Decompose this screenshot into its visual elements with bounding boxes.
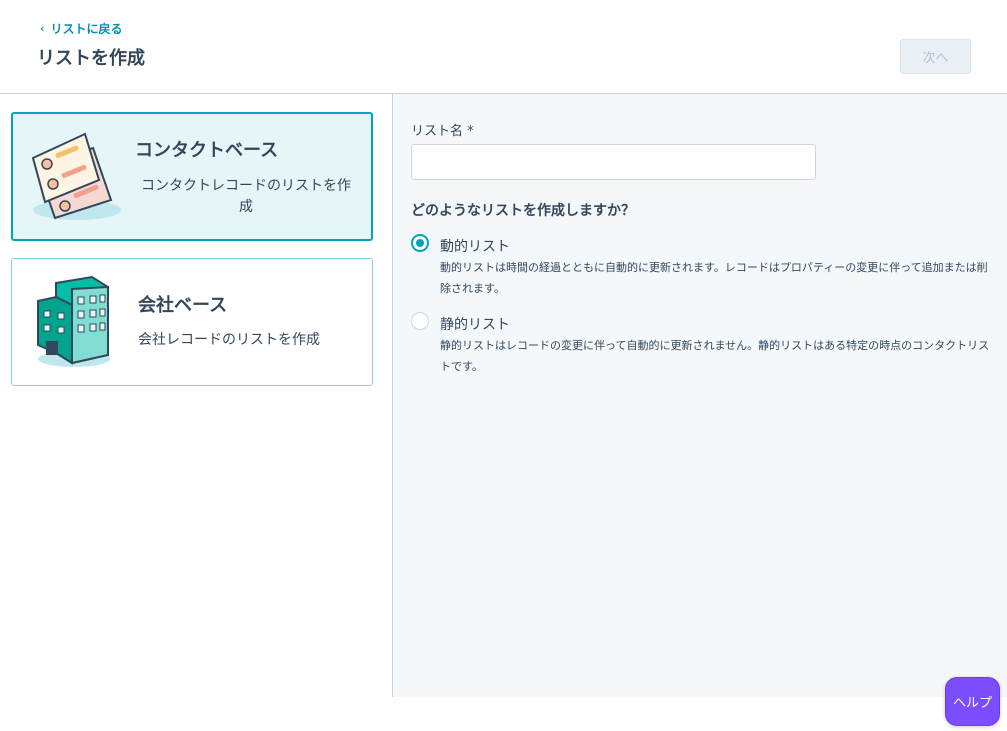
- contact-card-title: コンタクトベース: [135, 140, 279, 161]
- company-based-card[interactable]: 会社ベース 会社レコードのリストを作成: [11, 258, 373, 386]
- back-to-lists-link[interactable]: ‹ リストに戻る: [40, 20, 123, 37]
- dynamic-list-description: 動的リストは時間の経過とともに自動的に更新されます。レコードはプロパティーの変更…: [440, 261, 988, 295]
- object-type-panel: コンタクトベース コンタクトレコードのリストを作成 会社ベース 会社レコードのリ…: [0, 94, 393, 697]
- back-link-label: リストに戻る: [50, 22, 123, 36]
- building-illustration-icon: [37, 275, 110, 367]
- company-card-title: 会社ベース: [138, 295, 228, 316]
- contact-based-card[interactable]: コンタクトベース コンタクトレコードのリストを作成: [11, 112, 373, 241]
- contact-card-description: コンタクトレコードのリストを作成: [141, 178, 351, 215]
- static-list-description: 静的リストはレコードの変更に伴って自動的に更新されません。静的リストはある特定の…: [440, 339, 990, 373]
- dynamic-list-radio[interactable]: [411, 234, 429, 252]
- list-name-label: リスト名 *: [411, 124, 474, 139]
- list-type-question: どのようなリストを作成しますか？: [411, 203, 635, 219]
- chevron-left-icon: ‹: [40, 22, 45, 35]
- page-header: ‹ リストに戻る リストを作成 次へ: [0, 0, 1007, 94]
- help-button[interactable]: ヘルプ: [945, 677, 1000, 726]
- next-button[interactable]: 次へ: [900, 39, 971, 74]
- static-list-label[interactable]: 静的リスト: [440, 314, 510, 334]
- page-title: リストを作成: [37, 48, 145, 69]
- contact-cards-illustration-icon: [31, 132, 121, 220]
- company-card-description: 会社レコードのリストを作成: [138, 332, 320, 348]
- dynamic-list-label[interactable]: 動的リスト: [440, 236, 510, 256]
- list-settings-panel: リスト名 * どのようなリストを作成しますか？ 動的リスト 動的リストは時間の経…: [393, 94, 1007, 697]
- static-list-radio[interactable]: [411, 312, 429, 330]
- list-name-input[interactable]: [411, 144, 816, 180]
